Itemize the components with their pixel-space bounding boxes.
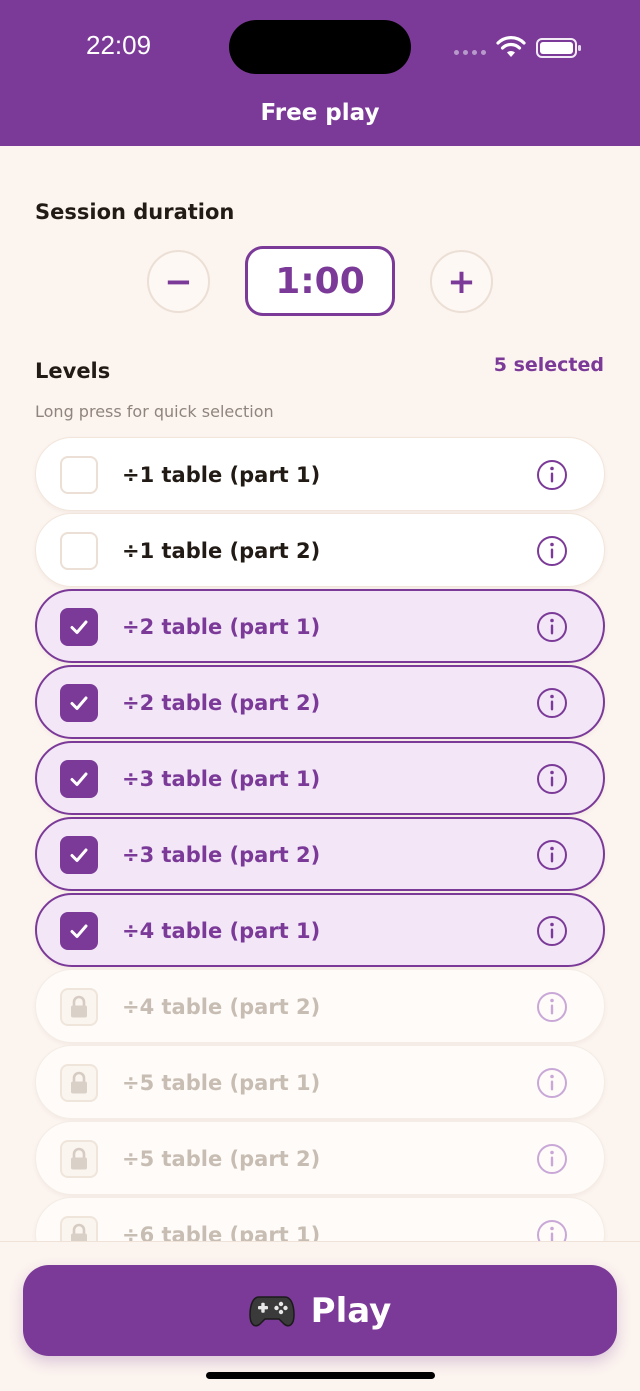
session-duration-label: Session duration (35, 200, 235, 224)
lock-icon (60, 1064, 98, 1102)
level-row: ÷6 table (part 1) (35, 1197, 605, 1241)
battery-icon (536, 38, 581, 58)
info-icon[interactable] (536, 1219, 568, 1241)
level-label: ÷4 table (part 1) (122, 919, 321, 943)
decrease-duration-button[interactable]: − (147, 250, 210, 313)
level-checkbox[interactable] (60, 760, 98, 798)
lock-icon (60, 1216, 98, 1241)
lock-icon (60, 988, 98, 1026)
level-label: ÷6 table (part 1) (122, 1223, 321, 1241)
level-row[interactable]: ÷2 table (part 2) (35, 665, 605, 739)
info-icon[interactable] (536, 1143, 568, 1175)
level-label: ÷2 table (part 1) (122, 615, 321, 639)
cellular-signal-icon (454, 50, 486, 55)
level-checkbox[interactable] (60, 912, 98, 950)
level-label: ÷4 table (part 2) (122, 995, 321, 1019)
level-checkbox[interactable] (60, 684, 98, 722)
play-button[interactable]: Play (23, 1265, 617, 1356)
info-icon[interactable] (536, 1067, 568, 1099)
info-icon[interactable] (536, 991, 568, 1023)
info-icon[interactable] (536, 535, 568, 567)
level-label: ÷1 table (part 1) (122, 463, 321, 487)
duration-value: 1:00 (245, 246, 395, 316)
level-row[interactable]: ÷3 table (part 2) (35, 817, 605, 891)
selected-count[interactable]: 5 selected (494, 354, 604, 376)
level-row[interactable]: ÷2 table (part 1) (35, 589, 605, 663)
home-indicator (206, 1372, 435, 1379)
level-checkbox[interactable] (60, 532, 98, 570)
page-title: Free play (260, 100, 380, 126)
level-label: ÷5 table (part 2) (122, 1147, 321, 1171)
level-checkbox[interactable] (60, 836, 98, 874)
info-icon[interactable] (536, 687, 568, 719)
level-row[interactable]: ÷3 table (part 1) (35, 741, 605, 815)
level-checkbox[interactable] (60, 608, 98, 646)
info-icon[interactable] (536, 915, 568, 947)
level-label: ÷3 table (part 1) (122, 767, 321, 791)
wifi-icon (496, 36, 526, 57)
dynamic-island (229, 20, 411, 74)
info-icon[interactable] (536, 763, 568, 795)
level-row[interactable]: ÷1 table (part 1) (35, 437, 605, 511)
level-row[interactable]: ÷1 table (part 2) (35, 513, 605, 587)
quick-selection-hint: Long press for quick selection (35, 402, 274, 421)
app-header: 22:09 Free play (0, 0, 640, 146)
levels-list: ÷1 table (part 1) ÷1 table (part 2) ÷2 tab… (0, 436, 640, 1241)
level-row: ÷4 table (part 2) (35, 969, 605, 1043)
info-icon[interactable] (536, 459, 568, 491)
play-label: Play (310, 1290, 392, 1331)
info-icon[interactable] (536, 839, 568, 871)
levels-label: Levels (35, 359, 111, 383)
level-label: ÷5 table (part 1) (122, 1071, 321, 1095)
level-row: ÷5 table (part 2) (35, 1121, 605, 1195)
status-time: 22:09 (86, 30, 152, 60)
level-label: ÷2 table (part 2) (122, 691, 321, 715)
increase-duration-button[interactable]: + (430, 250, 493, 313)
info-icon[interactable] (536, 611, 568, 643)
level-row[interactable]: ÷4 table (part 1) (35, 893, 605, 967)
level-checkbox[interactable] (60, 456, 98, 494)
level-label: ÷1 table (part 2) (122, 539, 321, 563)
gamepad-icon (248, 1295, 295, 1326)
lock-icon (60, 1140, 98, 1178)
level-row: ÷5 table (part 1) (35, 1045, 605, 1119)
level-label: ÷3 table (part 2) (122, 843, 321, 867)
